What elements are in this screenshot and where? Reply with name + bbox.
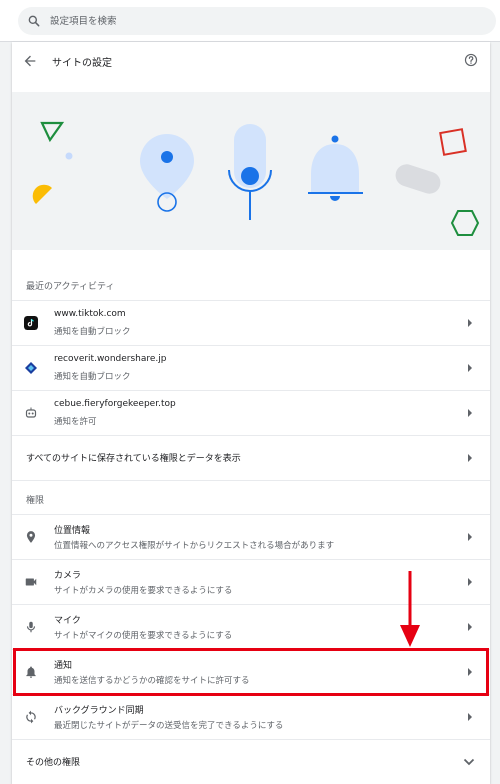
permission-title: 位置情報 xyxy=(54,526,91,536)
site-name: recoverit.wondershare.jp xyxy=(54,354,167,364)
arrow-back-icon[interactable] xyxy=(22,53,38,69)
site-settings-card: サイトの設定 最近のアクティビティ www.tiktok.com 通知を自動ブロ… xyxy=(12,42,490,784)
recent-item-tiktok[interactable]: www.tiktok.com 通知を自動ブロック xyxy=(12,300,490,345)
bell-icon xyxy=(26,666,36,678)
top-bar xyxy=(0,0,500,42)
permission-title: 通知 xyxy=(54,661,73,671)
site-status: 通知を自動ブロック xyxy=(54,372,131,382)
camera-icon xyxy=(25,578,37,586)
permission-microphone[interactable]: マイク サイトがマイクの使用を要求できるようにする xyxy=(12,604,490,649)
permission-desc: サイトがマイクの使用を要求できるようにする xyxy=(54,631,233,641)
square-shape xyxy=(439,128,467,156)
page-header: サイトの設定 xyxy=(12,42,490,80)
chevron-down-icon xyxy=(463,758,475,766)
mic-icon xyxy=(26,621,36,633)
hexagon-shape xyxy=(450,210,480,236)
permission-notifications[interactable]: 通知 通知を送信するかどうかの確認をサイトに許可する xyxy=(12,649,490,694)
permission-title: バックグラウンド同期 xyxy=(54,706,144,716)
more-permissions-label: その他の権限 xyxy=(26,758,81,768)
view-all-sites-link[interactable]: すべてのサイトに保存されている権限とデータを表示 xyxy=(12,435,490,480)
chevron-right-icon xyxy=(468,409,472,417)
help-icon[interactable] xyxy=(464,53,478,67)
illustration-banner xyxy=(12,92,490,250)
chevron-right-icon xyxy=(468,668,472,676)
small-dot-shape xyxy=(65,152,73,160)
permission-desc: 位置情報へのアクセス権限がサイトからリクエストされる場合があります xyxy=(54,541,335,551)
chevron-right-icon xyxy=(468,623,472,631)
search-box[interactable] xyxy=(18,7,496,35)
permission-camera[interactable]: カメラ サイトがカメラの使用を要求できるようにする xyxy=(12,559,490,604)
location-pin-shape xyxy=(140,134,194,199)
permission-title: カメラ xyxy=(54,571,82,581)
pill-shape xyxy=(395,164,441,194)
permission-background-sync[interactable]: バックグラウンド同期 最近閉じたサイトがデータの送受信を完了できるようにする xyxy=(12,694,490,739)
triangle-shape xyxy=(40,121,65,143)
site-name: www.tiktok.com xyxy=(54,309,126,319)
chevron-right-icon xyxy=(468,713,472,721)
permission-desc: 最近閉じたサイトがデータの送受信を完了できるようにする xyxy=(54,721,284,731)
location-icon xyxy=(26,531,36,543)
chevron-right-icon xyxy=(468,578,472,586)
recent-item-wondershare[interactable]: recoverit.wondershare.jp 通知を自動ブロック xyxy=(12,345,490,390)
robot-favicon xyxy=(25,407,37,418)
chevron-right-icon xyxy=(468,454,472,462)
chevron-right-icon xyxy=(468,364,472,372)
permission-location[interactable]: 位置情報 位置情報へのアクセス権限がサイトからリクエストされる場合があります xyxy=(12,514,490,559)
site-status: 通知を自動ブロック xyxy=(54,327,131,337)
chevron-right-icon xyxy=(468,533,472,541)
view-all-sites-label: すべてのサイトに保存されている権限とデータを表示 xyxy=(26,454,241,464)
search-input[interactable] xyxy=(50,12,470,30)
site-name: cebue.fieryforgekeeper.top xyxy=(54,399,176,409)
wondershare-favicon xyxy=(25,362,37,374)
recent-activity-label: 最近のアクティビティ xyxy=(26,282,115,292)
permission-desc: サイトがカメラの使用を要求できるようにする xyxy=(54,586,233,596)
recent-item-fieryforgekeeper[interactable]: cebue.fieryforgekeeper.top 通知を許可 xyxy=(12,390,490,435)
sync-icon xyxy=(26,710,36,724)
page-title: サイトの設定 xyxy=(52,58,112,69)
tiktok-favicon xyxy=(24,316,38,330)
search-icon xyxy=(28,15,40,27)
half-circle-shape xyxy=(32,184,52,204)
permissions-label: 権限 xyxy=(26,496,45,506)
permission-title: マイク xyxy=(54,616,81,626)
permission-desc: 通知を送信するかどうかの確認をサイトに許可する xyxy=(54,676,250,686)
bell-shape xyxy=(331,135,339,143)
divider xyxy=(12,480,490,481)
site-status: 通知を許可 xyxy=(54,417,97,427)
more-permissions-expander[interactable]: その他の権限 xyxy=(12,739,490,784)
permissions-illustration xyxy=(32,121,480,236)
chevron-right-icon xyxy=(468,319,472,327)
